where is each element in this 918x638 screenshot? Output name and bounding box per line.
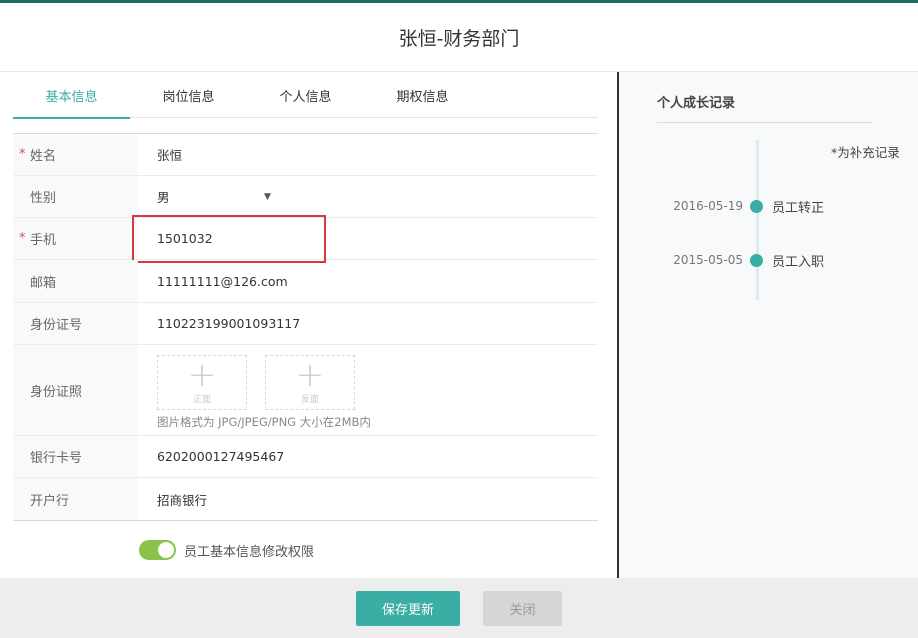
phone-label-text: 手机 — [30, 233, 57, 248]
timeline-event: 员工入职 — [772, 255, 825, 270]
form-row-gender: 性别 男 ▼ — [13, 176, 598, 218]
timeline-event: 员工转正 — [772, 201, 825, 216]
bank-card-field[interactable]: 6202000127495467 — [138, 436, 598, 477]
bank-field[interactable]: 招商银行 — [138, 478, 598, 520]
dialog-header: 张恒-财务部门 — [0, 3, 918, 72]
toggle-knob — [158, 542, 174, 558]
timeline-item: 2016-05-19 员工转正 — [619, 196, 918, 216]
supplement-note: *为补充记录 — [831, 145, 900, 160]
dialog-footer: 保存更新 关闭 — [0, 578, 918, 638]
upload-hint: 图片格式为 JPG/JPEG/PNG 大小在2MB内 — [157, 415, 371, 429]
phone-field-cell — [132, 215, 598, 263]
timeline-item: 2015-05-05 员工入职 — [619, 250, 918, 270]
tab-bar: 基本信息 岗位信息 个人信息 期权信息 — [13, 72, 598, 119]
required-mark: * — [19, 147, 26, 162]
upload-box-row: + 正面 + 反面 — [157, 355, 371, 410]
tab-basic-info[interactable]: 基本信息 — [13, 72, 130, 119]
timeline-line — [756, 140, 759, 300]
growth-title: 个人成长记录 — [657, 96, 736, 111]
tab-personal-info[interactable]: 个人信息 — [247, 72, 364, 118]
page-title: 张恒-财务部门 — [398, 27, 520, 50]
upload-front-caption: 正面 — [192, 395, 211, 405]
form-row-id-photo: 身份证照 + 正面 + 反面 图片格式为 JPG/JPEG/PNG 大小在2MB… — [13, 345, 598, 436]
phone-label: * 手机 — [13, 218, 138, 259]
permission-row: 员工基本信息修改权限 — [139, 540, 314, 560]
permission-label: 员工基本信息修改权限 — [184, 544, 315, 560]
email-label: 邮箱 — [13, 260, 138, 302]
form-row-phone: * 手机 — [13, 215, 598, 263]
plus-icon: + — [295, 355, 325, 395]
highlight-box — [132, 215, 326, 263]
gender-value: 男 — [157, 190, 170, 205]
name-label: * 姓名 — [13, 134, 138, 175]
id-photo-label: 身份证照 — [13, 345, 138, 435]
bank-label: 开户行 — [13, 478, 138, 520]
form-row-name: * 姓名 张恒 — [13, 134, 598, 176]
plus-icon: + — [187, 355, 217, 395]
required-mark: * — [19, 231, 26, 246]
caret-down-icon: ▼ — [264, 192, 271, 202]
tab-option-info[interactable]: 期权信息 — [364, 72, 481, 118]
timeline-date: 2016-05-19 — [673, 199, 743, 213]
close-button[interactable]: 关闭 — [483, 590, 562, 626]
gender-select[interactable]: 男 ▼ — [138, 176, 598, 217]
upload-back-caption: 反面 — [300, 395, 319, 405]
basic-info-form: * 姓名 张恒 性别 男 ▼ * 手机 邮箱 11111111@126. — [13, 133, 598, 521]
timeline-dot-icon — [750, 254, 763, 267]
growth-panel: 个人成长记录 *为补充记录 2016-05-19 员工转正 2015-05-05… — [619, 72, 918, 578]
name-field[interactable]: 张恒 — [138, 134, 598, 175]
upload-back-button[interactable]: + 反面 — [265, 355, 355, 410]
name-label-text: 姓名 — [30, 149, 57, 164]
form-row-id-number: 身份证号 110223199001093117 — [13, 303, 598, 345]
form-row-bank: 开户行 招商银行 — [13, 478, 598, 520]
gender-label: 性别 — [13, 176, 138, 217]
form-row-email: 邮箱 11111111@126.com — [13, 260, 598, 303]
id-photo-uploads: + 正面 + 反面 图片格式为 JPG/JPEG/PNG 大小在2MB内 — [138, 345, 371, 435]
id-number-label: 身份证号 — [13, 303, 138, 344]
upload-front-button[interactable]: + 正面 — [157, 355, 247, 410]
timeline-dot-icon — [750, 200, 763, 213]
growth-title-divider — [657, 122, 872, 123]
id-number-field[interactable]: 110223199001093117 — [138, 303, 598, 344]
form-row-bank-card: 银行卡号 6202000127495467 — [13, 436, 598, 478]
tab-position-info[interactable]: 岗位信息 — [130, 72, 247, 118]
bank-card-label: 银行卡号 — [13, 436, 138, 477]
save-button[interactable]: 保存更新 — [356, 590, 460, 626]
permission-toggle[interactable] — [139, 540, 176, 560]
email-field[interactable]: 11111111@126.com — [138, 260, 598, 302]
left-panel: 基本信息 岗位信息 个人信息 期权信息 * 姓名 张恒 性别 男 ▼ * 手机 — [0, 72, 617, 578]
timeline-date: 2015-05-05 — [673, 253, 743, 267]
